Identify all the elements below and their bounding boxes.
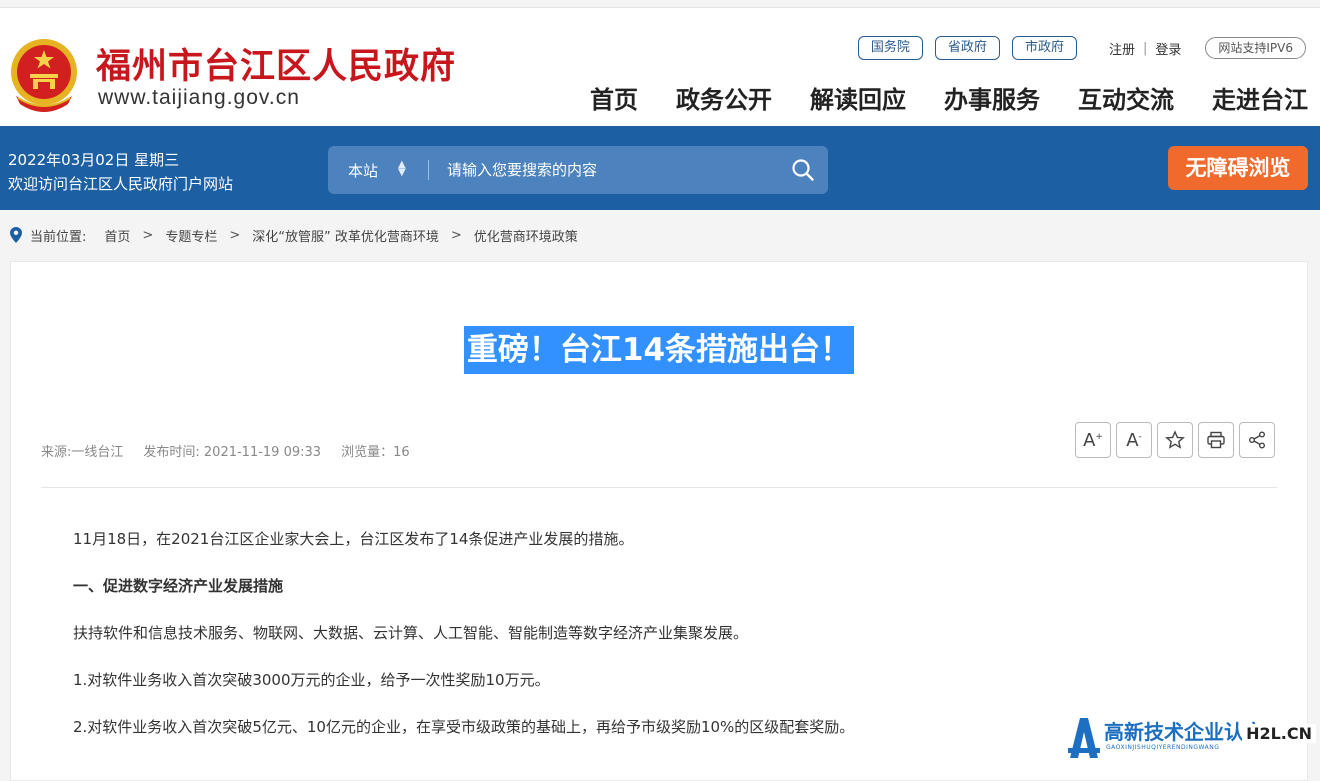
search-input[interactable] bbox=[429, 161, 778, 179]
main-nav: 首页 政务公开 解读回应 办事服务 互动交流 走进台江 bbox=[552, 80, 1308, 115]
watermark-logo-icon bbox=[1066, 714, 1102, 760]
nav-home[interactable]: 首页 bbox=[590, 80, 638, 115]
login-link[interactable]: 登录 bbox=[1155, 39, 1181, 58]
breadcrumb-label: 当前位置: bbox=[30, 226, 86, 245]
link-guowuyuan[interactable]: 国务院 bbox=[858, 36, 923, 60]
article-title: 重磅！台江14条措施出台！ bbox=[464, 326, 854, 374]
breadcrumb-separator: > bbox=[142, 228, 153, 243]
search-button[interactable] bbox=[778, 146, 828, 194]
article-published-time: 发布时间: 2021-11-19 09:33 bbox=[143, 441, 321, 460]
share-button[interactable] bbox=[1239, 422, 1275, 458]
nav-government-affairs[interactable]: 政务公开 bbox=[676, 80, 772, 115]
current-date: 2022年03月02日 星期三 bbox=[8, 148, 233, 172]
date-info: 2022年03月02日 星期三 欢迎访问台江区人民政府门户网站 bbox=[8, 148, 233, 196]
article-meta: 来源:一线台江 发布时间: 2021-11-19 09:33 浏览量：16 bbox=[41, 441, 430, 460]
register-link[interactable]: 注册 bbox=[1109, 39, 1135, 58]
breadcrumb-home[interactable]: 首页 bbox=[104, 226, 130, 245]
article-views: 浏览量：16 bbox=[341, 441, 410, 460]
nav-interaction[interactable]: 互动交流 bbox=[1078, 80, 1174, 115]
ipv6-badge: 网站支持IPV6 bbox=[1205, 37, 1306, 59]
nav-services[interactable]: 办事服务 bbox=[944, 80, 1040, 115]
printer-icon bbox=[1206, 430, 1226, 450]
breadcrumb: 当前位置: 首页 > 专题专栏 > 深化“放管服” 改革优化营商环境 > 优化营… bbox=[0, 210, 1320, 260]
top-strip bbox=[0, 0, 1320, 8]
nav-about-taijiang[interactable]: 走进台江 bbox=[1212, 80, 1308, 115]
article-paragraph: 11月18日，在2021台江区企业家大会上，台江区发布了14条促进产业发展的措施… bbox=[73, 527, 1267, 574]
article-tools: A+ A- bbox=[1070, 422, 1275, 458]
breadcrumb-separator: > bbox=[451, 228, 462, 243]
article-panel: 重磅！台江14条措施出台！ 来源:一线台江 发布时间: 2021-11-19 0… bbox=[10, 261, 1308, 781]
breadcrumb-special-topics[interactable]: 专题专栏 bbox=[165, 226, 217, 245]
accessibility-button[interactable]: 无障碍浏览 bbox=[1168, 146, 1308, 190]
nav-interpretation[interactable]: 解读回应 bbox=[810, 80, 906, 115]
national-emblem-icon bbox=[8, 38, 80, 114]
watermark: 高新技术企业认定 GAOXINJISHUQIYERENDINGWANG H2L.… bbox=[1066, 712, 1316, 762]
font-decrease-button[interactable]: A- bbox=[1116, 422, 1152, 458]
article-paragraph: 扶持软件和信息技术服务、物联网、大数据、云计算、人工智能、智能制造等数字经济产业… bbox=[73, 621, 1267, 668]
breadcrumb-separator: > bbox=[229, 228, 240, 243]
print-button[interactable] bbox=[1198, 422, 1234, 458]
watermark-badge: H2L.CN bbox=[1242, 724, 1316, 743]
watermark-text: 高新技术企业认定 bbox=[1104, 716, 1264, 745]
search-scope-label: 本站 bbox=[348, 160, 378, 181]
site-title: 福州市台江区人民政府 bbox=[96, 38, 456, 89]
article-source: 来源:一线台江 bbox=[41, 441, 123, 460]
location-pin-icon bbox=[10, 227, 22, 243]
welcome-text: 欢迎访问台江区人民政府门户网站 bbox=[8, 172, 233, 196]
meta-divider bbox=[41, 487, 1277, 488]
info-bar: 2022年03月02日 星期三 欢迎访问台江区人民政府门户网站 本站 ▲▼ 无障… bbox=[0, 126, 1320, 210]
font-decrease-icon: A- bbox=[1126, 430, 1142, 451]
breadcrumb-reform[interactable]: 深化“放管服” 改革优化营商环境 bbox=[252, 226, 439, 245]
top-links: 国务院 省政府 市政府 注册 | 登录 网站支持IPV6 bbox=[846, 36, 1306, 60]
site-url: www.taijiang.gov.cn bbox=[98, 86, 300, 110]
site-header: 福州市台江区人民政府 www.taijiang.gov.cn 国务院 省政府 市… bbox=[0, 8, 1320, 126]
breadcrumb-policy[interactable]: 优化营商环境政策 bbox=[474, 226, 578, 245]
link-city-government[interactable]: 市政府 bbox=[1012, 36, 1077, 60]
updown-arrow-icon: ▲▼ bbox=[398, 161, 406, 177]
search-icon bbox=[791, 158, 815, 182]
search-box: 本站 ▲▼ bbox=[328, 146, 828, 194]
search-scope-select[interactable]: 本站 ▲▼ bbox=[328, 146, 428, 194]
article-paragraph: 1.对软件业务收入首次突破3000万元的企业，给予一次性奖励10万元。 bbox=[73, 668, 1267, 715]
link-separator: | bbox=[1143, 41, 1147, 56]
article-section-heading: 一、促进数字经济产业发展措施 bbox=[73, 574, 1267, 621]
star-icon bbox=[1165, 430, 1185, 450]
link-provincial-government[interactable]: 省政府 bbox=[935, 36, 1000, 60]
font-increase-button[interactable]: A+ bbox=[1075, 422, 1111, 458]
article-title-wrap: 重磅！台江14条措施出台！ bbox=[11, 326, 1307, 374]
favorite-button[interactable] bbox=[1157, 422, 1193, 458]
watermark-subtext: GAOXINJISHUQIYERENDINGWANG bbox=[1106, 744, 1219, 751]
share-icon bbox=[1247, 430, 1267, 450]
font-increase-icon: A+ bbox=[1083, 430, 1103, 451]
